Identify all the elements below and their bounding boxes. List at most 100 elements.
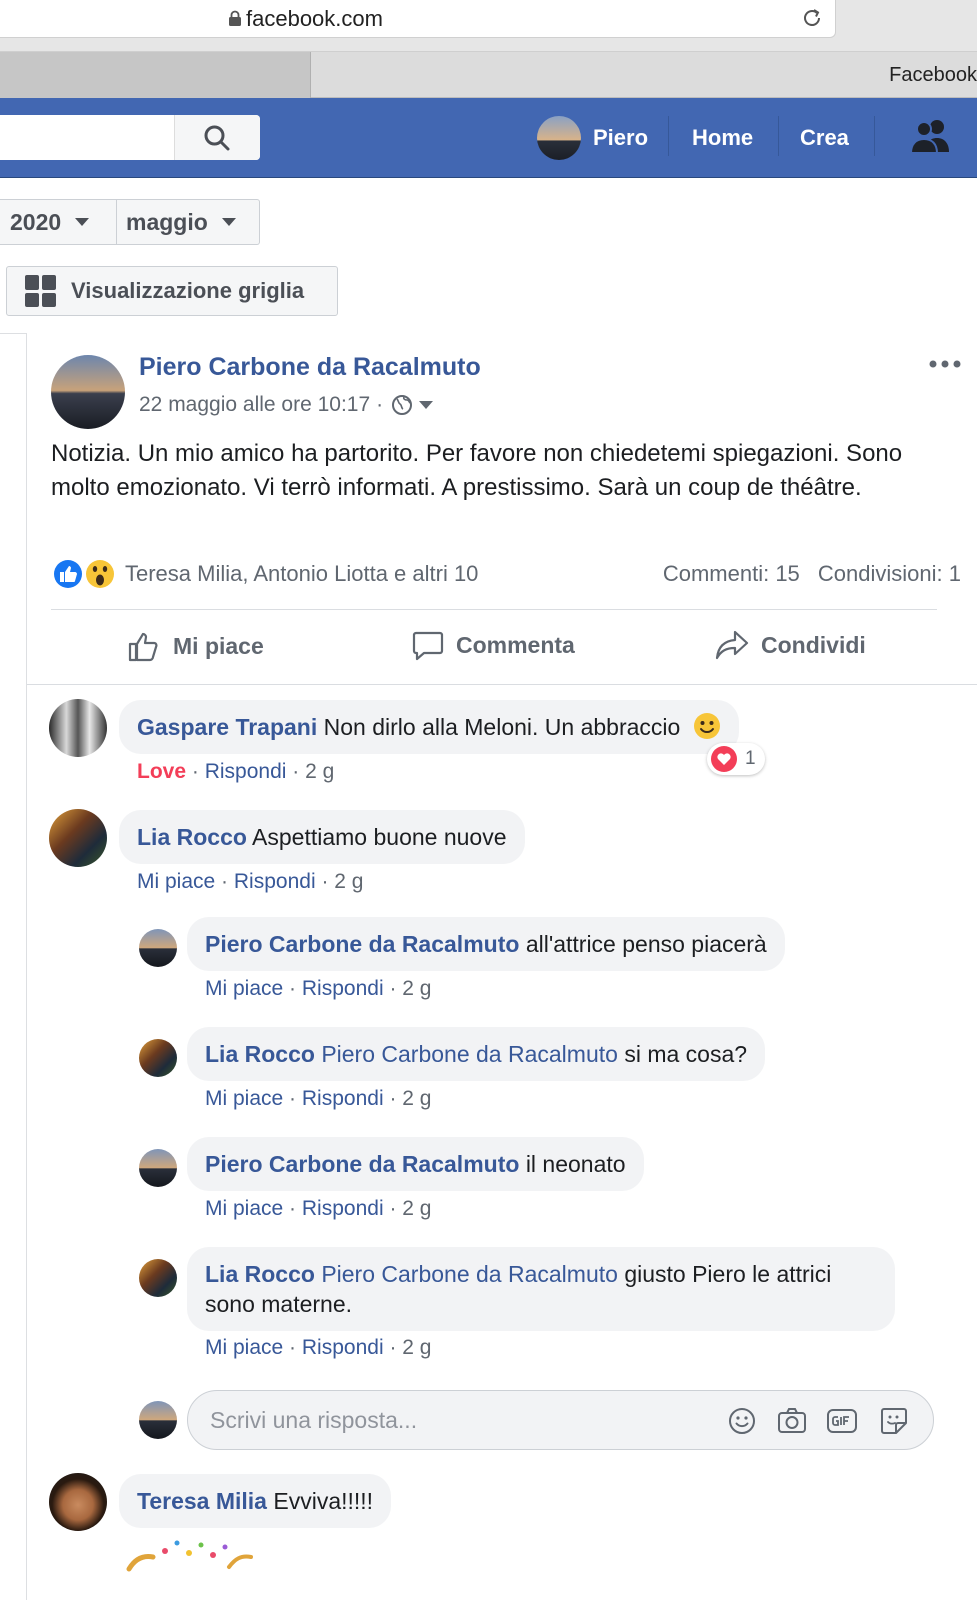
- avatar: [537, 116, 581, 160]
- like-comment-button[interactable]: Mi piace: [205, 977, 283, 1000]
- avatar[interactable]: [139, 1259, 177, 1297]
- comment-actions: Mi piace · Rispondi · 2 g: [205, 1197, 432, 1221]
- friends-icon[interactable]: [910, 118, 952, 154]
- reply-input[interactable]: Scrivi una risposta...: [187, 1390, 934, 1450]
- grid-view-button[interactable]: Visualizzazione griglia: [6, 266, 338, 316]
- comment-reaction-badge[interactable]: 1: [707, 743, 765, 775]
- camera-icon[interactable]: [776, 1405, 808, 1437]
- avatar[interactable]: [139, 1149, 177, 1187]
- avatar[interactable]: [49, 699, 107, 757]
- gif-icon[interactable]: [826, 1405, 858, 1437]
- comment-age[interactable]: 2 g: [402, 977, 431, 1000]
- nav-home[interactable]: Home: [692, 115, 753, 161]
- grid-view-label: Visualizzazione griglia: [71, 278, 305, 303]
- separator: ·: [389, 1087, 397, 1110]
- like-comment-button[interactable]: Mi piace: [205, 1087, 283, 1110]
- reply-button[interactable]: Rispondi: [302, 1087, 384, 1110]
- address-bar[interactable]: facebook.com: [0, 0, 836, 38]
- reaction-names[interactable]: Teresa Milia, Antonio Liotta e altri 10: [125, 561, 478, 587]
- avatar[interactable]: [139, 929, 177, 967]
- month-select[interactable]: maggio: [126, 200, 236, 244]
- avatar[interactable]: [49, 809, 107, 867]
- nav-profile[interactable]: Piero: [537, 115, 648, 161]
- divider: [51, 609, 937, 610]
- month-value: maggio: [126, 208, 208, 235]
- url-text[interactable]: facebook.com: [246, 6, 383, 32]
- reply-button[interactable]: Rispondi: [302, 977, 384, 1000]
- separator: ·: [376, 393, 384, 416]
- comment-age[interactable]: 2 g: [402, 1336, 431, 1359]
- post-meta: 22 maggio alle ore 10:17 ·: [139, 393, 434, 417]
- share-button[interactable]: Condividi: [715, 629, 866, 661]
- chevron-down-icon: [221, 218, 236, 226]
- tab-bar: Facebook: [0, 52, 977, 98]
- comment-author[interactable]: Lia Rocco: [205, 1041, 315, 1067]
- comment-author[interactable]: Gaspare Trapani: [137, 714, 317, 740]
- post-counts: Commenti: 15 Condivisioni: 1: [651, 561, 961, 587]
- facebook-header: Piero Home Crea: [0, 98, 977, 178]
- lock-icon: [229, 10, 241, 26]
- mention-link[interactable]: Piero Carbone da Racalmuto: [321, 1261, 618, 1287]
- reply-button[interactable]: Rispondi: [205, 760, 287, 783]
- love-reaction-button[interactable]: Love: [137, 760, 186, 783]
- post-author[interactable]: Piero Carbone da Racalmuto: [139, 353, 481, 382]
- comment-age[interactable]: 2 g: [402, 1197, 431, 1220]
- avatar[interactable]: [49, 1473, 107, 1531]
- comments-count[interactable]: Commenti: 15: [663, 561, 800, 586]
- sticker-icon[interactable]: [878, 1405, 910, 1437]
- comment-author[interactable]: Piero Carbone da Racalmuto: [205, 931, 519, 957]
- like-comment-button[interactable]: Mi piace: [205, 1197, 283, 1220]
- nav-create[interactable]: Crea: [800, 115, 849, 161]
- emoji-icon[interactable]: [726, 1405, 758, 1437]
- divider: [874, 116, 875, 156]
- post-timestamp[interactable]: 22 maggio alle ore 10:17: [139, 393, 370, 417]
- comment-text: Non dirlo alla Meloni. Un abbraccio: [323, 714, 681, 740]
- comment-age[interactable]: 2 g: [305, 760, 334, 783]
- shares-count[interactable]: Condivisioni: 1: [818, 561, 961, 586]
- comment-text: Aspettiamo buone nuove: [252, 824, 507, 850]
- comment-text: il neonato: [525, 1151, 626, 1177]
- wow-react-icon: [84, 558, 116, 590]
- comment-author[interactable]: Lia Rocco: [137, 824, 247, 850]
- avatar[interactable]: [51, 355, 125, 429]
- comment-actions: Mi piace · Rispondi · 2 g: [205, 1336, 432, 1360]
- avatar[interactable]: [139, 1039, 177, 1077]
- more-icon[interactable]: [929, 359, 961, 369]
- comment-author[interactable]: Teresa Milia: [137, 1488, 267, 1514]
- comment-bubble: Lia Rocco Aspettiamo buone nuove: [119, 810, 525, 864]
- reload-icon[interactable]: [800, 6, 824, 30]
- year-select[interactable]: 2020: [10, 200, 90, 244]
- search-input[interactable]: [0, 115, 260, 160]
- reply-button[interactable]: Rispondi: [302, 1197, 384, 1220]
- mention-link[interactable]: Piero Carbone da Racalmuto: [321, 1041, 618, 1067]
- like-react-icon: [52, 558, 84, 590]
- comment-text: all'attrice penso piacerà: [525, 931, 767, 957]
- comment-age[interactable]: 2 g: [334, 870, 363, 893]
- comment-button[interactable]: Commenta: [412, 629, 575, 661]
- globe-icon[interactable]: [391, 394, 413, 416]
- chevron-down-icon[interactable]: [419, 401, 434, 409]
- comment-actions: Mi piace · Rispondi · 2 g: [137, 870, 364, 894]
- search-button[interactable]: [174, 115, 260, 160]
- comment-actions: Mi piace · Rispondi · 2 g: [205, 977, 432, 1001]
- like-comment-button[interactable]: Mi piace: [205, 1336, 283, 1359]
- separator: ·: [292, 760, 300, 783]
- comment-author[interactable]: Piero Carbone da Racalmuto: [205, 1151, 519, 1177]
- nav-profile-name: Piero: [593, 125, 649, 150]
- heart-count: 1: [745, 748, 756, 769]
- reactions-summary[interactable]: Teresa Milia, Antonio Liotta e altri 10 …: [51, 557, 961, 591]
- reply-button[interactable]: Rispondi: [302, 1336, 384, 1359]
- avatar: [139, 1401, 177, 1439]
- comment-age[interactable]: 2 g: [402, 1087, 431, 1110]
- tab-facebook[interactable]: Facebook: [889, 64, 977, 87]
- post-actions: Mi piace Commenta Condividi: [27, 615, 977, 683]
- tab-inactive[interactable]: [0, 52, 311, 98]
- chevron-down-icon: [75, 218, 90, 226]
- divider: [778, 116, 779, 156]
- reply-button[interactable]: Rispondi: [234, 870, 316, 893]
- comment-author[interactable]: Lia Rocco: [205, 1261, 315, 1287]
- like-button[interactable]: Mi piace: [127, 629, 264, 663]
- date-filter: 2020 maggio: [0, 199, 260, 245]
- confetti-sticker: [126, 1540, 253, 1572]
- like-comment-button[interactable]: Mi piace: [137, 870, 215, 893]
